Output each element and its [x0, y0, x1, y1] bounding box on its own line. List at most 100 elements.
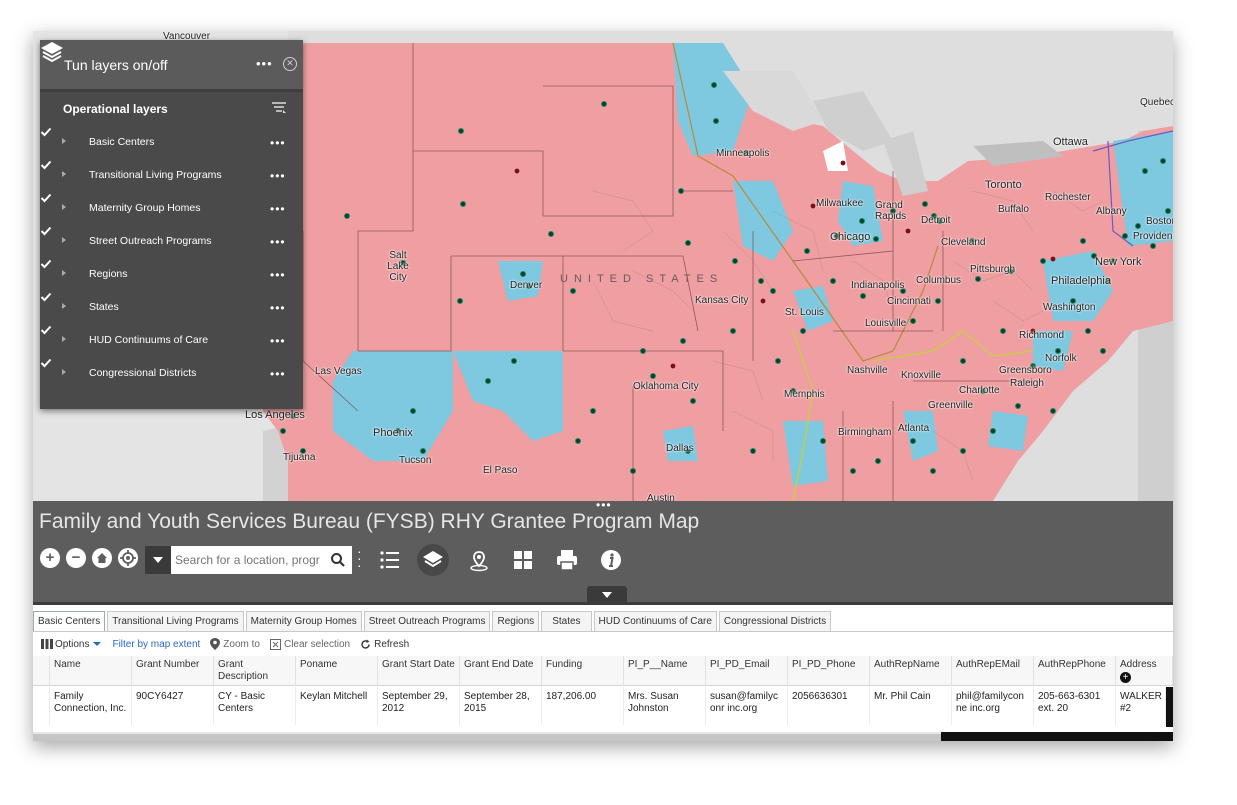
- panel-more-button[interactable]: •••: [256, 56, 273, 71]
- layer-more-button[interactable]: •••: [270, 202, 286, 216]
- layer-more-button[interactable]: •••: [270, 169, 286, 183]
- column-header[interactable]: PI_PD_Phone: [788, 656, 870, 686]
- scrollbar-track: [941, 732, 1173, 741]
- tab-states[interactable]: States: [541, 611, 592, 631]
- layer-item-hud-continuums[interactable]: HUD Continuums of Care •••: [40, 324, 303, 357]
- tab-regions[interactable]: Regions: [492, 611, 540, 631]
- vertical-scrollbar[interactable]: [1166, 687, 1173, 727]
- column-header[interactable]: Grant Description: [214, 656, 296, 686]
- locate-button[interactable]: [118, 548, 138, 568]
- tab-congressional-districts[interactable]: Congressional Districts: [718, 611, 832, 631]
- layer-item-states[interactable]: States •••: [40, 291, 303, 324]
- expand-icon[interactable]: [62, 204, 66, 210]
- panel-close-button[interactable]: ✕: [283, 57, 297, 71]
- search-source-dropdown[interactable]: [145, 546, 171, 574]
- map-place-label: Tijuana: [283, 452, 316, 463]
- layer-item-congressional-districts[interactable]: Congressional Districts •••: [40, 357, 303, 390]
- horizontal-scrollbar[interactable]: [33, 732, 1173, 741]
- checkbox-checked-icon[interactable]: [40, 159, 52, 171]
- gallery-icon[interactable]: [507, 544, 539, 576]
- zoom-to-button[interactable]: Zoom to: [210, 638, 260, 650]
- layer-item-maternity-group-homes[interactable]: Maternity Group Homes •••: [40, 192, 303, 225]
- checkbox-checked-icon[interactable]: [40, 291, 52, 303]
- column-header[interactable]: AuthRepName: [870, 656, 952, 686]
- layer-more-button[interactable]: •••: [270, 136, 286, 150]
- expand-icon[interactable]: [62, 369, 66, 375]
- map-view[interactable]: Vancouver Quebec Ottawa Minneapolis Toro…: [33, 31, 1173, 501]
- column-header[interactable]: AuthRepEMail: [952, 656, 1034, 686]
- layer-more-button[interactable]: •••: [270, 268, 286, 282]
- layer-item-street-outreach[interactable]: Street Outreach Programs •••: [40, 225, 303, 258]
- map-place-label: Los Angeles: [245, 409, 305, 421]
- expand-icon[interactable]: [62, 270, 66, 276]
- layer-label: Basic Centers: [89, 136, 155, 148]
- scrollbar-thumb[interactable]: [33, 734, 941, 741]
- checkbox-checked-icon[interactable]: [40, 324, 52, 336]
- expand-icon[interactable]: [62, 171, 66, 177]
- refresh-icon: [361, 639, 370, 649]
- chevron-down-icon: [93, 642, 102, 646]
- map-place-label: Detroit: [921, 215, 951, 226]
- layer-more-button[interactable]: •••: [270, 367, 286, 381]
- checkbox-checked-icon[interactable]: [40, 126, 52, 138]
- filter-by-extent-button[interactable]: Filter by map extent: [112, 639, 200, 650]
- column-header[interactable]: Grant Number: [132, 656, 214, 686]
- options-label: Options: [55, 638, 90, 650]
- tab-maternity-group-homes[interactable]: Maternity Group Homes: [245, 611, 362, 631]
- column-header[interactable]: Address +: [1116, 656, 1173, 686]
- table-cell: September 29, 2012: [378, 687, 460, 725]
- map-place-label: Louisville: [865, 318, 907, 329]
- map-place-label: Pittsburgh: [970, 264, 1016, 275]
- tab-basic-centers[interactable]: Basic Centers: [33, 611, 106, 631]
- layer-more-button[interactable]: •••: [270, 235, 286, 249]
- options-menu[interactable]: Options: [41, 639, 102, 650]
- row-selector[interactable]: [33, 687, 50, 725]
- checkbox-checked-icon[interactable]: [40, 192, 52, 204]
- column-header[interactable]: PI_P__Name: [624, 656, 706, 686]
- column-header[interactable]: Name: [50, 656, 132, 686]
- legend-icon[interactable]: [374, 544, 406, 576]
- map-place-label: Minneapolis: [716, 148, 770, 159]
- map-place-label: Philadelphia: [1051, 275, 1111, 287]
- column-header[interactable]: Poname: [296, 656, 378, 686]
- layer-options-icon[interactable]: [271, 101, 287, 115]
- layer-label: Street Outreach Programs: [89, 235, 212, 247]
- layers-button[interactable]: [417, 544, 449, 576]
- checkbox-checked-icon[interactable]: [40, 258, 52, 270]
- expand-icon[interactable]: [62, 336, 66, 342]
- home-button[interactable]: [92, 548, 112, 568]
- column-header[interactable]: Grant End Date: [460, 656, 542, 686]
- expand-icon[interactable]: [62, 138, 66, 144]
- zoom-in-button[interactable]: +: [40, 548, 60, 568]
- layer-item-basic-centers[interactable]: Basic Centers •••: [40, 126, 303, 159]
- column-header[interactable]: AuthRepPhone: [1034, 656, 1116, 686]
- refresh-button[interactable]: Refresh: [360, 639, 409, 650]
- layer-more-button[interactable]: •••: [270, 334, 286, 348]
- tab-transitional-living[interactable]: Transitional Living Programs: [107, 611, 244, 631]
- search-input[interactable]: [175, 546, 325, 574]
- info-icon[interactable]: [595, 544, 627, 576]
- search-icon[interactable]: [329, 551, 347, 569]
- tab-hud-continuums[interactable]: HUD Continuums of Care: [593, 611, 717, 631]
- clear-selection-button[interactable]: Clear selection: [269, 638, 350, 650]
- column-header[interactable]: Funding: [542, 656, 624, 686]
- map-place-label: Boston: [1146, 216, 1173, 227]
- toolbar-more-icon[interactable]: · · ·: [357, 544, 362, 572]
- layer-more-button[interactable]: •••: [270, 301, 286, 315]
- table-cell: phil@familyconne inc.org: [952, 687, 1034, 725]
- checkbox-checked-icon[interactable]: [40, 225, 52, 237]
- layer-item-transitional-living[interactable]: Transitional Living Programs •••: [40, 159, 303, 192]
- column-header[interactable]: Grant Start Date: [378, 656, 460, 686]
- layer-item-regions[interactable]: Regions •••: [40, 258, 303, 291]
- expand-icon[interactable]: [62, 303, 66, 309]
- zoom-out-button[interactable]: −: [66, 548, 86, 568]
- basemap-icon[interactable]: [463, 544, 495, 576]
- column-header[interactable]: PI_PD_Email: [706, 656, 788, 686]
- map-place-label: Grand Rapids: [875, 200, 907, 222]
- print-icon[interactable]: [551, 544, 583, 576]
- expand-icon[interactable]: [62, 237, 66, 243]
- checkbox-checked-icon[interactable]: [40, 357, 52, 369]
- map-place-label: Toronto: [985, 179, 1022, 191]
- tab-street-outreach[interactable]: Street Outreach Programs: [363, 611, 491, 631]
- add-column-icon[interactable]: +: [1120, 672, 1131, 683]
